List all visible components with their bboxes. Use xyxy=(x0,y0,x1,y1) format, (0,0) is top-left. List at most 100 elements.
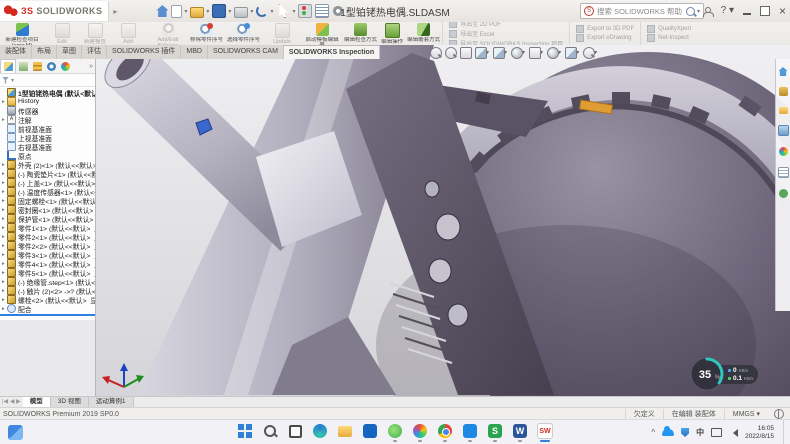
tab-display-manager[interactable] xyxy=(58,60,72,73)
ribbon-tab[interactable]: 装配体 xyxy=(0,45,32,59)
login-icon[interactable] xyxy=(703,7,712,16)
tree-item[interactable]: ▸ 固定螺栓<1> (默认<<默认>_显示状 xyxy=(0,196,95,205)
task-pane-icon[interactable] xyxy=(779,67,788,76)
security-shield-icon[interactable] xyxy=(681,428,689,437)
ribbon-tab[interactable]: SOLIDWORKS Inspection xyxy=(284,45,380,59)
print-icon[interactable] xyxy=(234,7,248,18)
taskbar-app-button[interactable] xyxy=(237,423,253,439)
ribbon-button[interactable]: 启动模板编辑器 xyxy=(302,22,342,45)
minimize-button[interactable] xyxy=(743,7,751,15)
tree-filter[interactable]: ▾ xyxy=(0,74,95,87)
tree-item[interactable]: ▸ 保护管<1> (默认<<默认>_显示状 xyxy=(0,214,95,223)
taskbar-app-button[interactable] xyxy=(312,423,328,439)
hud-button[interactable] xyxy=(430,47,441,59)
hud-button[interactable]: ▾ xyxy=(583,47,597,59)
taskbar-app-button[interactable] xyxy=(337,423,353,439)
ribbon-button[interactable]: 编辑嵌套方式 xyxy=(405,22,442,45)
tab-property-manager[interactable] xyxy=(16,60,30,73)
tree-item[interactable]: ▸ 注解 xyxy=(0,115,95,124)
tree-item[interactable]: ▸ (-) 触片 (2)<2> ->? (默认<<默认> xyxy=(0,286,95,295)
filter-caret-icon[interactable]: ▾ xyxy=(11,77,14,84)
hud-button[interactable]: ▾ xyxy=(493,47,507,59)
taskbar-app-button[interactable] xyxy=(462,423,478,439)
tree-item[interactable]: ▸ (-) 温度传感器<1> (默认<<默认>_ xyxy=(0,187,95,196)
tree-item[interactable]: ▸ 密封圈<1> (默认<<默认>_显示状 xyxy=(0,205,95,214)
taskbar-app-button[interactable] xyxy=(437,423,453,439)
hud-button[interactable]: ▾ xyxy=(475,47,489,59)
export-menu-item[interactable]: 导出至 Excel xyxy=(449,29,563,38)
ribbon-button[interactable]: 移除零件序号 xyxy=(188,22,225,45)
tree-item[interactable]: ▸ 配合 xyxy=(0,304,95,313)
export-menu-item[interactable]: Net-Inspect xyxy=(647,34,691,42)
units-selector[interactable]: MMGS ▾ xyxy=(724,409,768,420)
tree-item[interactable]: 原点 xyxy=(0,151,95,160)
export-menu-item[interactable]: 导出至 2D PDF xyxy=(449,22,563,28)
undo-icon[interactable] xyxy=(256,5,268,17)
ribbon-button[interactable]: Add Characteristic xyxy=(108,22,148,45)
ribbon-button[interactable]: 编辑操作 xyxy=(379,22,405,45)
tab-feature-manager[interactable] xyxy=(0,59,16,73)
task-pane-icon[interactable] xyxy=(779,189,788,198)
tree-item[interactable]: 传感器 xyxy=(0,106,95,115)
ribbon-tab[interactable]: 布局 xyxy=(32,45,57,59)
ribbon-tab[interactable]: MBD xyxy=(181,45,208,59)
task-pane-icon[interactable] xyxy=(779,87,788,96)
show-desktop-button[interactable] xyxy=(783,420,786,444)
taskbar-app-button[interactable] xyxy=(287,423,303,439)
export-menu-item[interactable]: Export eDrawing xyxy=(576,34,634,42)
hud-button[interactable]: ▾ xyxy=(511,47,525,59)
export-menu-item[interactable]: QualityXpert xyxy=(647,25,691,33)
task-pane-icon[interactable] xyxy=(779,147,788,156)
export-menu-item[interactable]: Export to 3D PDF xyxy=(576,25,634,33)
tree-item[interactable]: ▸ 零件4<1> (默认<<默认>_显示状态 xyxy=(0,259,95,268)
tree-item[interactable]: ▸ History xyxy=(0,97,95,106)
tree-item[interactable]: ▸ (-) 绝缘管.step<1> (默认<<默认> xyxy=(0,277,95,286)
search-caret-icon[interactable]: ▾ xyxy=(697,8,700,15)
ribbon-tab[interactable]: SOLIDWORKS 插件 xyxy=(107,45,181,59)
tree-item[interactable]: ▸ 零件3<1> (默认<<默认>_显示状态 xyxy=(0,250,95,259)
welcome-icon[interactable] xyxy=(156,5,168,17)
hud-button[interactable]: ▾ xyxy=(529,47,543,59)
viewport-canvas[interactable] xyxy=(96,45,790,396)
tree-item[interactable]: ▸ 零件2<1> (默认<<默认>_显示状态 xyxy=(0,232,95,241)
tab-dimxpert-manager[interactable] xyxy=(44,60,58,73)
taskbar-app-button[interactable] xyxy=(362,423,378,439)
tray-overflow-icon[interactable]: ^ xyxy=(651,428,655,437)
tree-item[interactable]: ▸ 零件5<1> (默认<<默认>_显示状态 xyxy=(0,268,95,277)
close-button[interactable]: × xyxy=(779,2,786,20)
hud-button[interactable]: ▾ xyxy=(547,47,561,59)
tree-item[interactable]: 右视基准面 xyxy=(0,142,95,151)
tab-configuration-manager[interactable] xyxy=(30,60,44,73)
volume-icon[interactable] xyxy=(729,429,738,437)
open-file-icon[interactable] xyxy=(190,7,204,18)
taskbar-app-button[interactable]: S xyxy=(487,423,503,439)
hud-button[interactable]: ▾ xyxy=(565,47,579,59)
help-button[interactable]: ? ▾ xyxy=(721,2,734,20)
rebuild-icon[interactable] xyxy=(298,4,312,18)
taskbar-app-button[interactable] xyxy=(387,423,403,439)
task-pane-icon[interactable] xyxy=(779,107,788,114)
taskbar-app-button[interactable] xyxy=(412,423,428,439)
panel-overflow-button[interactable]: » xyxy=(89,63,95,70)
restore-button[interactable] xyxy=(760,6,770,16)
search-icon[interactable] xyxy=(686,7,695,16)
app-logo[interactable]: ЗS SOLIDWORKS xyxy=(0,1,109,21)
tree-item[interactable]: ▸ 零件2<2> (默认<<默认>_显示状态 xyxy=(0,241,95,250)
file-properties-icon[interactable] xyxy=(315,4,329,18)
task-pane-icon[interactable] xyxy=(778,125,789,136)
hud-button[interactable] xyxy=(445,47,456,59)
taskbar-app-button[interactable]: W xyxy=(512,423,528,439)
tree-item[interactable]: ▸ (-) 陶瓷垫片<1> (默认<<默认>_显 xyxy=(0,169,95,178)
ribbon-button[interactable]: 新建检查项目 (amp;M) xyxy=(2,22,42,45)
tree-item[interactable]: ▸ 零件1<1> (默认<<默认>_显示状态 xyxy=(0,223,95,232)
ribbon-button[interactable]: 选择零件序号 xyxy=(225,22,262,45)
onedrive-icon[interactable] xyxy=(662,429,674,436)
net-speed-badge[interactable]: 35 % 0 KB/s 0.1 KB/s xyxy=(689,356,758,392)
tags-icon[interactable] xyxy=(774,409,784,419)
ribbon-tab[interactable]: 草图 xyxy=(57,45,82,59)
tree-item[interactable]: 前视基准面 xyxy=(0,124,95,133)
tree-item[interactable]: ▸ (-) 上盖<1> (默认<<默认>_显示状 xyxy=(0,178,95,187)
ribbon-button[interactable]: Edit Inspection Project xyxy=(42,22,82,45)
taskbar-app-button[interactable] xyxy=(262,423,278,439)
search-input[interactable]: 搜索 SOLIDWORKS 帮助 xyxy=(597,6,683,17)
